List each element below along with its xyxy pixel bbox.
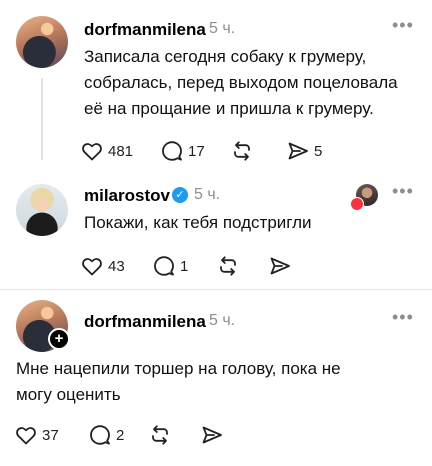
- heart-icon: [82, 258, 102, 276]
- username[interactable]: dorfmanmilena: [84, 312, 206, 332]
- post-text-line: Записала сегодня собаку к грумеру,: [84, 47, 367, 66]
- comment-count: 1: [180, 257, 189, 275]
- post-3: + dorfmanmilena 5 ч. ••• Мне нацепили то…: [0, 290, 432, 466]
- like-count: 43: [108, 257, 125, 275]
- heart-icon: [350, 197, 364, 211]
- comment-button[interactable]: 2: [88, 423, 124, 447]
- repost-icon: [234, 141, 250, 161]
- post-text-line: Мне нацепили торшер на голову, пока не: [16, 359, 341, 378]
- share-button[interactable]: 5: [286, 139, 322, 163]
- post-actions: 37 2: [14, 423, 274, 447]
- like-button[interactable]: 37: [14, 423, 59, 447]
- avatar[interactable]: [16, 184, 68, 236]
- repost-button[interactable]: [216, 254, 244, 278]
- heart-icon: [82, 143, 102, 161]
- heart-icon: [16, 427, 36, 445]
- username[interactable]: dorfmanmilena: [84, 20, 206, 40]
- comment-icon: [90, 425, 110, 445]
- share-button[interactable]: [268, 254, 296, 278]
- repost-button[interactable]: [148, 423, 176, 447]
- send-icon: [202, 426, 222, 444]
- verified-badge-icon: ✓: [172, 187, 188, 203]
- like-count: 37: [42, 426, 59, 444]
- more-options-icon[interactable]: •••: [392, 308, 414, 326]
- comment-count: 2: [116, 426, 125, 444]
- timestamp: 5 ч.: [209, 312, 236, 329]
- more-options-icon[interactable]: •••: [392, 182, 414, 200]
- comment-icon: [162, 141, 182, 161]
- username[interactable]: milarostov: [84, 186, 170, 206]
- post-text-line: Покажи, как тебя подстригли: [84, 213, 312, 232]
- send-icon: [270, 257, 290, 275]
- share-button[interactable]: [200, 423, 228, 447]
- post-2: milarostov ✓ 5 ч. ••• Покажи, как тебя п…: [0, 170, 432, 288]
- comment-icon: [154, 256, 174, 276]
- comment-button[interactable]: 17: [160, 139, 205, 163]
- post-actions: 43 1: [80, 254, 340, 278]
- follow-plus-icon[interactable]: +: [48, 328, 70, 350]
- post-actions: 481 17 5: [80, 139, 340, 163]
- send-icon: [288, 142, 308, 160]
- post-text: Мне нацепили торшер на голову, пока не м…: [16, 356, 424, 408]
- post-text-line: её на прощание и пришла к грумеру.: [84, 99, 374, 118]
- comment-count: 17: [188, 142, 205, 160]
- thread-line: [41, 78, 43, 160]
- like-count: 481: [108, 142, 134, 160]
- post-text: Записала сегодня собаку к грумеру, собра…: [84, 44, 424, 122]
- like-button[interactable]: 481: [80, 139, 133, 163]
- more-options-icon[interactable]: •••: [392, 16, 414, 34]
- repost-icon: [152, 425, 168, 445]
- timestamp: 5 ч.: [209, 20, 236, 37]
- post-text: Покажи, как тебя подстригли: [84, 210, 424, 236]
- avatar[interactable]: [16, 16, 68, 68]
- share-count: 5: [314, 142, 323, 160]
- post-1: dorfmanmilena 5 ч. ••• Записала сегодня …: [0, 0, 432, 170]
- post-text-line: могу оценить: [16, 385, 121, 404]
- like-button[interactable]: 43: [80, 254, 125, 278]
- repost-button[interactable]: [230, 139, 258, 163]
- comment-button[interactable]: 1: [152, 254, 188, 278]
- post-text-line: собралась, перед выходом поцеловала: [84, 73, 398, 92]
- timestamp: 5 ч.: [194, 186, 221, 203]
- repost-icon: [220, 256, 236, 276]
